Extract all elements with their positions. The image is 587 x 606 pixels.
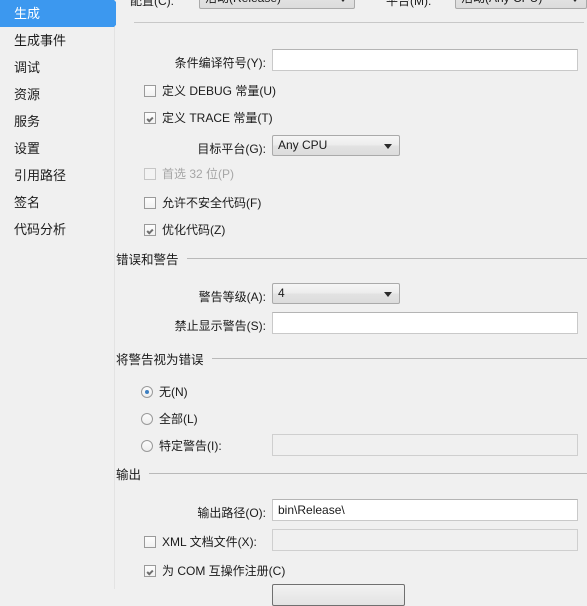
warning-level-label: 警告等级(A): (198, 290, 266, 304)
target-platform-dropdown[interactable]: Any CPU (272, 135, 400, 156)
sidebar-item-code-analysis[interactable]: 代码分析 (0, 216, 114, 243)
sidebar-item-label: 签名 (14, 195, 41, 210)
sidebar-item-label: 设置 (14, 141, 41, 156)
chevron-down-icon (384, 292, 392, 297)
chevron-down-icon (571, 0, 579, 2)
output-path-input[interactable]: bin\Release\ (272, 499, 578, 521)
prefer-32bit-label: 首选 32 位(P) (162, 167, 235, 181)
warning-level-value: 4 (278, 286, 285, 300)
treat-warnings-all-label: 全部(L) (159, 412, 198, 426)
register-for-com-interop-label: 为 COM 互操作注册(C) (162, 564, 286, 578)
platform-label: 平台(M): (386, 0, 432, 8)
xml-documentation-file-input[interactable] (272, 529, 578, 551)
target-platform-label: 目标平台(G): (197, 142, 266, 156)
sidebar-item-label: 生成事件 (14, 33, 67, 48)
sidebar-item-label: 调试 (14, 60, 41, 75)
sidebar-item-label: 资源 (14, 87, 41, 102)
platform-value: 活动(Any CPU) (461, 0, 542, 5)
treat-warnings-group-header: 将警告视为错误 (116, 349, 587, 368)
treat-warnings-group-label: 将警告视为错误 (116, 353, 204, 367)
optimize-code-checkbox[interactable]: 优化代码(Z) (144, 221, 225, 238)
xml-documentation-file-checkbox[interactable]: XML 文档文件(X): (144, 533, 257, 550)
treat-warnings-none-label: 无(N) (159, 385, 188, 399)
checkbox-icon (144, 196, 156, 209)
sidebar-item-label: 服务 (14, 114, 41, 129)
configuration-label: 配置(C): (130, 0, 174, 8)
checkbox-icon (144, 84, 156, 97)
chevron-down-icon (384, 144, 392, 149)
group-separator (149, 473, 587, 474)
chevron-down-icon (339, 0, 347, 2)
sidebar-item-settings[interactable]: 设置 (0, 135, 114, 162)
output-group-label: 输出 (116, 468, 142, 482)
suppress-warnings-input[interactable] (272, 312, 578, 334)
configuration-value: 活动(Release) (205, 0, 281, 5)
group-separator (211, 358, 587, 359)
output-group-header: 输出 (116, 464, 587, 483)
treat-warnings-specific-label: 特定警告(I): (159, 439, 222, 453)
sidebar-item-build[interactable]: 生成 (0, 0, 127, 27)
prefer-32bit-checkbox: 首选 32 位(P) (144, 165, 234, 182)
define-debug-label: 定义 DEBUG 常量(U) (162, 84, 277, 98)
radio-icon (141, 412, 153, 425)
checkbox-icon (144, 535, 156, 548)
sidebar-item-signing[interactable]: 签名 (0, 189, 114, 216)
checkbox-checked-icon (144, 111, 156, 124)
platform-dropdown[interactable]: 活动(Any CPU) (455, 0, 587, 9)
sidebar-item-label: 引用路径 (14, 168, 67, 183)
radio-icon (141, 439, 153, 452)
sidebar-item-label: 生成 (14, 6, 41, 21)
treat-warnings-all-radio[interactable]: 全部(L) (141, 410, 198, 427)
register-for-com-interop-checkbox[interactable]: 为 COM 互操作注册(C) (144, 562, 285, 579)
suppress-warnings-label: 禁止显示警告(S): (174, 319, 266, 333)
conditional-symbols-label: 条件编译符号(Y): (174, 56, 266, 70)
target-platform-value: Any CPU (278, 138, 328, 152)
errors-warnings-group-header: 错误和警告 (116, 249, 587, 268)
optimize-code-label: 优化代码(Z) (162, 223, 226, 237)
output-path-value: bin\Release\ (278, 503, 345, 517)
sidebar-item-services[interactable]: 服务 (0, 108, 114, 135)
sidebar-item-build-events[interactable]: 生成事件 (0, 27, 114, 54)
define-trace-label: 定义 TRACE 常量(T) (162, 111, 273, 125)
radio-selected-icon (141, 385, 153, 398)
allow-unsafe-code-label: 允许不安全代码(F) (162, 196, 262, 210)
allow-unsafe-code-checkbox[interactable]: 允许不安全代码(F) (144, 194, 261, 211)
settings-sidebar: 生成 生成事件 调试 资源 服务 设置 引用路径 签名 代码分析 (0, 0, 127, 589)
sidebar-item-resources[interactable]: 资源 (0, 81, 114, 108)
define-trace-checkbox[interactable]: 定义 TRACE 常量(T) (144, 109, 273, 126)
build-settings-panel: 配置(C): 活动(Release) 平台(M): 活动(Any CPU) 条件… (116, 0, 587, 606)
output-path-label: 输出路径(O): (197, 506, 266, 520)
sidebar-item-reference-paths[interactable]: 引用路径 (0, 162, 114, 189)
configuration-row: 配置(C): 活动(Release) 平台(M): 活动(Any CPU) (116, 0, 587, 12)
treat-warnings-none-radio[interactable]: 无(N) (141, 383, 188, 400)
top-separator (134, 22, 584, 23)
specific-warnings-input[interactable] (272, 434, 578, 456)
group-separator (186, 258, 587, 259)
treat-warnings-specific-radio[interactable]: 特定警告(I): (141, 437, 222, 454)
checkbox-icon (144, 167, 156, 180)
errors-warnings-group-label: 错误和警告 (116, 253, 179, 267)
configuration-dropdown[interactable]: 活动(Release) (199, 0, 355, 9)
sidebar-item-debug[interactable]: 调试 (0, 54, 114, 81)
warning-level-dropdown[interactable]: 4 (272, 283, 400, 304)
conditional-symbols-input[interactable] (272, 49, 578, 71)
checkbox-checked-icon (144, 564, 156, 577)
xml-documentation-file-label: XML 文档文件(X): (162, 535, 257, 549)
sidebar-item-label: 代码分析 (14, 222, 67, 237)
advanced-button[interactable] (272, 584, 405, 606)
checkbox-checked-icon (144, 223, 156, 236)
define-debug-checkbox[interactable]: 定义 DEBUG 常量(U) (144, 82, 276, 99)
